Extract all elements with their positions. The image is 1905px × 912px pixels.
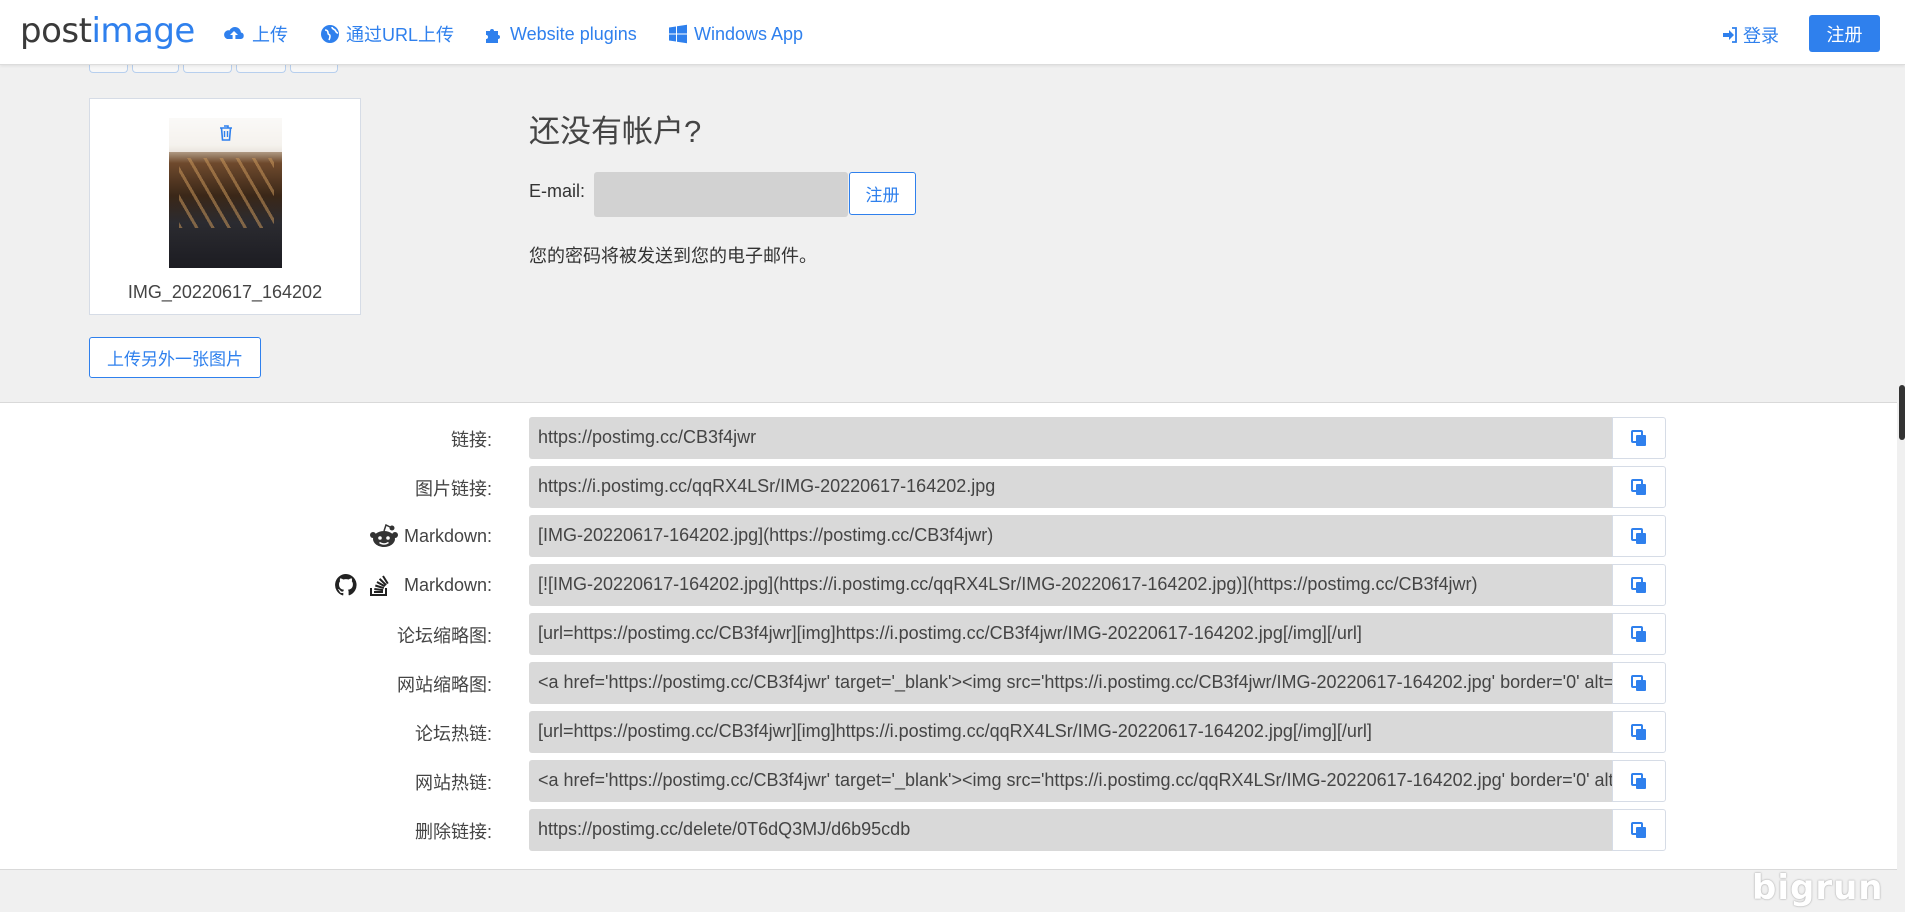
login-link[interactable]: 登录	[1722, 22, 1779, 48]
link-field[interactable]: [![IMG-20220617-164202.jpg](https://i.po…	[529, 564, 1612, 606]
copy-button[interactable]	[1612, 417, 1666, 459]
copy-icon	[1631, 528, 1646, 544]
copy-icon	[1631, 724, 1646, 740]
copy-button[interactable]	[1612, 613, 1666, 655]
copy-button[interactable]	[1612, 662, 1666, 704]
copy-button[interactable]	[1612, 564, 1666, 606]
globe-icon	[321, 25, 339, 43]
copy-button[interactable]	[1612, 760, 1666, 802]
row-label: Markdown:	[334, 573, 492, 597]
nav-windows-app[interactable]: Windows App	[668, 22, 803, 46]
link-row-website-thumbnail: 网站缩略图: <a href='https://postimg.cc/CB3f4…	[0, 662, 1905, 704]
copy-icon	[1631, 577, 1646, 593]
copy-button[interactable]	[1612, 809, 1666, 851]
register-button-nav[interactable]: 注册	[1809, 15, 1880, 52]
link-row-website-hotlink: 网站热链: <a href='https://postimg.cc/CB3f4j…	[0, 760, 1905, 802]
copy-button[interactable]	[1612, 515, 1666, 557]
postimage-logo[interactable]: postimage	[20, 11, 195, 51]
copy-icon	[1631, 675, 1646, 691]
top-navbar: postimage 上传 通过URL上传 Website plugins Win…	[0, 0, 1905, 65]
nav-plugins[interactable]: Website plugins	[484, 22, 637, 46]
email-input[interactable]	[594, 172, 848, 217]
link-field[interactable]: https://postimg.cc/CB3f4jwr	[529, 417, 1612, 459]
link-field[interactable]: <a href='https://postimg.cc/CB3f4jwr' ta…	[529, 760, 1612, 802]
link-field[interactable]: [url=https://postimg.cc/CB3f4jwr][img]ht…	[529, 613, 1612, 655]
copy-button[interactable]	[1612, 466, 1666, 508]
row-label: 图片链接:	[414, 479, 492, 499]
nav-upload-url-label: 通过URL上传	[346, 25, 455, 45]
row-label: 网站热链:	[414, 773, 492, 793]
stackoverflow-icon	[369, 575, 389, 596]
copy-icon	[1631, 430, 1646, 446]
image-filename: IMG_20220617_164202	[127, 282, 323, 302]
uploaded-image-card: IMG_20220617_164202	[89, 98, 361, 315]
row-label: Markdown:	[369, 524, 492, 548]
nav-upload[interactable]: 上传	[222, 22, 288, 46]
link-row-markdown-reddit: Markdown: [IMG-20220617-164202.jpg](http…	[0, 515, 1905, 557]
puzzle-icon	[486, 29, 500, 43]
scrollbar-thumb[interactable]	[1899, 385, 1905, 440]
link-field[interactable]: <a href='https://postimg.cc/CB3f4jwr' ta…	[529, 662, 1612, 704]
copy-icon	[1631, 773, 1646, 789]
thumbnail-detail	[179, 158, 274, 228]
cloud-upload-icon	[224, 26, 244, 39]
link-field[interactable]: [url=https://postimg.cc/CB3f4jwr][img]ht…	[529, 711, 1612, 753]
scrollbar-track[interactable]	[1897, 0, 1905, 912]
login-label: 登录	[1743, 26, 1779, 46]
link-row-forum-hotlink: 论坛热链: [url=https://postimg.cc/CB3f4jwr][…	[0, 711, 1905, 753]
watermark-logo: bigrun	[1752, 868, 1884, 908]
link-row-forum-thumbnail: 论坛缩略图: [url=https://postimg.cc/CB3f4jwr]…	[0, 613, 1905, 655]
row-label: 网站缩略图:	[396, 675, 492, 695]
nav-upload-label: 上传	[252, 25, 288, 45]
no-account-title: 还没有帐户?	[529, 114, 702, 149]
email-label: E-mail:	[529, 181, 586, 201]
register-button[interactable]: 注册	[849, 172, 916, 215]
row-label: 链接:	[450, 430, 492, 450]
nav-plugins-label: Website plugins	[510, 23, 637, 44]
link-row-direct: 链接: https://postimg.cc/CB3f4jwr	[0, 417, 1905, 459]
logo-post: post	[20, 11, 92, 51]
github-icon	[335, 574, 357, 596]
row-label: 论坛热链:	[414, 724, 492, 744]
nav-upload-url[interactable]: 通过URL上传	[320, 22, 454, 46]
share-links-panel: 链接: https://postimg.cc/CB3f4jwr 图片链接: ht…	[0, 402, 1905, 870]
nav-windows-app-label: Windows App	[694, 23, 804, 44]
link-row-delete: 删除链接: https://postimg.cc/delete/0T6dQ3MJ…	[0, 809, 1905, 851]
link-field[interactable]: https://i.postimg.cc/qqRX4LSr/IMG-202206…	[529, 466, 1612, 508]
copy-icon	[1631, 479, 1646, 495]
row-label: 删除链接:	[414, 822, 492, 842]
password-note: 您的密码将被发送到您的电子邮件。	[529, 246, 817, 266]
copy-icon	[1631, 626, 1646, 642]
link-field[interactable]: [IMG-20220617-164202.jpg](https://postim…	[529, 515, 1612, 557]
windows-icon	[669, 24, 687, 44]
logo-image: image	[91, 11, 195, 51]
upload-another-button[interactable]: 上传另外一张图片	[89, 337, 261, 378]
trash-icon[interactable]	[219, 125, 233, 141]
copy-button[interactable]	[1612, 711, 1666, 753]
row-label: 论坛缩略图:	[396, 626, 492, 646]
link-row-image: 图片链接: https://i.postimg.cc/qqRX4LSr/IMG-…	[0, 466, 1905, 508]
link-row-markdown-github: Markdown: [![IMG-20220617-164202.jpg](ht…	[0, 564, 1905, 606]
reddit-icon	[369, 524, 398, 547]
link-field[interactable]: https://postimg.cc/delete/0T6dQ3MJ/d6b95…	[529, 809, 1612, 851]
copy-icon	[1631, 822, 1646, 838]
sign-in-icon	[1723, 27, 1737, 43]
